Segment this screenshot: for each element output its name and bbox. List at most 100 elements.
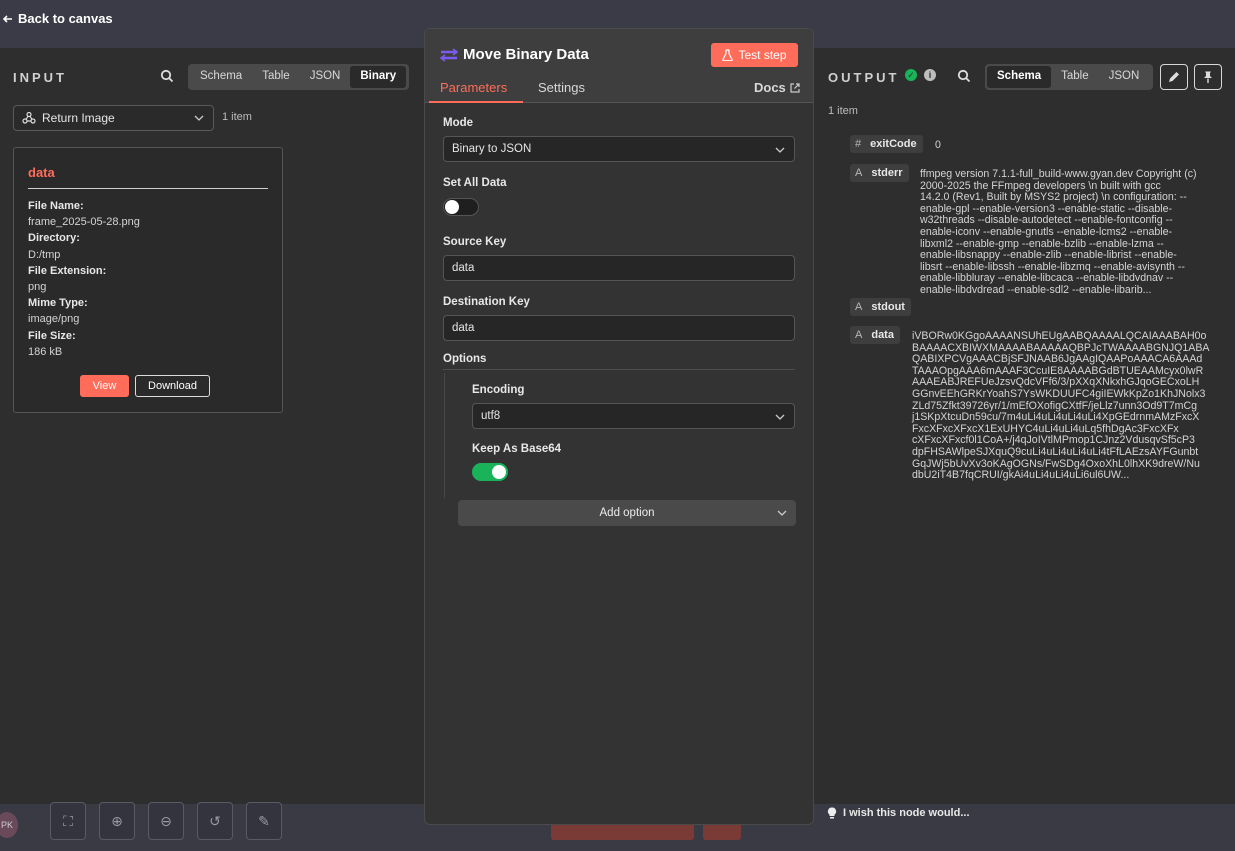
- output-tab-schema[interactable]: Schema: [987, 66, 1052, 88]
- encoding-select[interactable]: utf8: [472, 403, 795, 429]
- size-value: 186 kB: [28, 345, 63, 358]
- encoding-value: utf8: [481, 410, 501, 422]
- stderr-line: enable-iconv --enable-gnutls --enable-lc…: [920, 225, 1173, 238]
- directory-value: D:/tmp: [28, 248, 61, 261]
- keep-base64-label: Keep As Base64: [472, 443, 562, 455]
- pin-data-button[interactable]: [1194, 64, 1222, 90]
- back-to-canvas-link[interactable]: Back to canvas: [2, 11, 113, 26]
- toggle-knob: [492, 465, 506, 479]
- input-item-count: 1 item: [222, 111, 252, 123]
- source-key-input[interactable]: data: [443, 255, 795, 281]
- fit-icon: ⛶: [63, 812, 73, 829]
- feedback-link[interactable]: I wish this node would...: [827, 807, 970, 819]
- view-button[interactable]: View: [80, 375, 129, 397]
- output-panel-title: OUTPUT: [828, 70, 900, 85]
- chevron-down-icon: [775, 147, 785, 153]
- destination-key-label: Destination Key: [443, 296, 530, 308]
- data-line: GGnvEEhGRKrYoahS7YsWKDUUFC4giIEWkKpZo1Kh…: [912, 387, 1206, 400]
- type-number-icon: #: [855, 138, 862, 150]
- extension-value: png: [28, 281, 47, 294]
- info-icon[interactable]: i: [924, 69, 936, 81]
- tidy-up-button[interactable]: ✎: [246, 802, 282, 840]
- source-key-label: Source Key: [443, 236, 507, 248]
- docs-link[interactable]: Docs: [754, 80, 800, 95]
- download-button[interactable]: Download: [135, 375, 210, 397]
- chevron-down-icon: [777, 510, 787, 516]
- move-data-icon: [440, 48, 458, 62]
- tab-binary[interactable]: Binary: [350, 66, 407, 88]
- input-node-select[interactable]: Return Image: [13, 105, 214, 131]
- set-all-data-label: Set All Data: [443, 177, 507, 189]
- source-key-value: data: [452, 262, 475, 274]
- type-string-icon: A: [855, 167, 863, 179]
- success-check-icon: ✓: [905, 69, 917, 81]
- webhook-icon: [22, 111, 36, 124]
- undo-icon: ↺: [209, 812, 221, 829]
- stderr-value: ffmpeg version 7.1.1-full_build-www.gyan…: [920, 168, 1220, 297]
- set-all-data-toggle[interactable]: [443, 198, 479, 216]
- data-value: iVBORw0KGgoAAAANSUhEUgAABQAAAALQCAIAAABA…: [912, 330, 1222, 482]
- destination-key-input[interactable]: data: [443, 315, 795, 341]
- data-line: dbU2iT4B7fqCRUI/gkAi4uLi4uLi4uLi6ul6UW..…: [912, 469, 1130, 482]
- add-option-label: Add option: [599, 507, 655, 519]
- stderr-line: enable-libdvdread --enable-sdl2 --enable…: [920, 283, 1152, 296]
- test-step-label: Test step: [738, 48, 787, 62]
- binary-meta: File Name: frame_2025-05-28.png Director…: [28, 198, 140, 360]
- tab-parameters[interactable]: Parameters: [440, 80, 507, 95]
- mime-value: image/png: [28, 313, 80, 326]
- data-line: dpFHSAWlpeSJXquQ9cuLi4uLi4uLi4uLi4tFfLAE…: [912, 445, 1199, 458]
- stderr-line: ffmpeg version 7.1.1-full_build-www.gyan…: [920, 168, 1197, 180]
- pin-icon: [1204, 71, 1212, 83]
- chevron-down-icon: [775, 414, 785, 420]
- toggle-knob: [445, 200, 459, 214]
- zoom-out-button[interactable]: ⊖: [148, 802, 184, 840]
- exitcode-value: 0: [935, 139, 941, 151]
- field-exitcode: # exitCode: [850, 135, 923, 153]
- destination-key-value: data: [452, 322, 475, 334]
- encoding-label: Encoding: [472, 384, 525, 396]
- tab-schema[interactable]: Schema: [190, 66, 252, 88]
- mode-select[interactable]: Binary to JSON: [443, 136, 795, 162]
- output-tab-table[interactable]: Table: [1051, 66, 1099, 88]
- file-name-label: File Name:: [28, 200, 84, 212]
- directory-label: Directory:: [28, 232, 80, 245]
- undo-button[interactable]: ↺: [197, 802, 233, 840]
- zoom-out-icon: ⊖: [160, 812, 172, 829]
- binary-data-card: data File Name: frame_2025-05-28.png Dir…: [13, 147, 283, 413]
- field-stdout: A stdout: [850, 298, 911, 316]
- binary-divider: [28, 188, 268, 189]
- edit-output-button[interactable]: [1160, 64, 1188, 90]
- options-divider: [443, 369, 795, 370]
- tab-table[interactable]: Table: [252, 66, 300, 88]
- output-search-icon[interactable]: [957, 69, 971, 83]
- feedback-label: I wish this node would...: [843, 807, 970, 819]
- options-indent-line: [444, 373, 445, 498]
- output-item-count: 1 item: [828, 105, 858, 117]
- test-step-button[interactable]: Test step: [711, 43, 798, 67]
- input-node-select-value: Return Image: [42, 111, 115, 125]
- node-title: Move Binary Data: [463, 46, 589, 63]
- field-key: data: [871, 329, 894, 341]
- search-icon[interactable]: [160, 69, 174, 83]
- mime-label: Mime Type:: [28, 297, 88, 310]
- zoom-to-fit-button[interactable]: ⛶: [50, 802, 86, 840]
- mode-label: Mode: [443, 117, 474, 129]
- active-tab-indicator: [429, 101, 523, 103]
- docs-label: Docs: [754, 80, 786, 95]
- tab-settings[interactable]: Settings: [538, 80, 585, 95]
- tab-json[interactable]: JSON: [300, 66, 351, 88]
- output-tab-json[interactable]: JSON: [1099, 66, 1150, 88]
- add-option-button[interactable]: Add option: [458, 500, 796, 526]
- mode-value: Binary to JSON: [452, 143, 532, 155]
- node-settings-panel: Move Binary Data Test step Parameters Se…: [424, 28, 814, 825]
- zoom-in-button[interactable]: ⊕: [99, 802, 135, 840]
- back-label: Back to canvas: [18, 11, 113, 26]
- field-stderr: A stderr: [850, 164, 909, 182]
- size-label: File Size:: [28, 329, 76, 342]
- keep-base64-toggle[interactable]: [472, 463, 508, 481]
- node-header: Move Binary Data Test step Parameters Se…: [425, 29, 813, 103]
- data-line: iVBORw0KGgoAAAANSUhEUgAABQAAAALQCAIAAABA…: [912, 330, 1207, 342]
- input-view-tabs: Schema Table JSON Binary: [188, 64, 409, 90]
- type-string-icon: A: [855, 301, 863, 313]
- field-key: exitCode: [870, 138, 917, 150]
